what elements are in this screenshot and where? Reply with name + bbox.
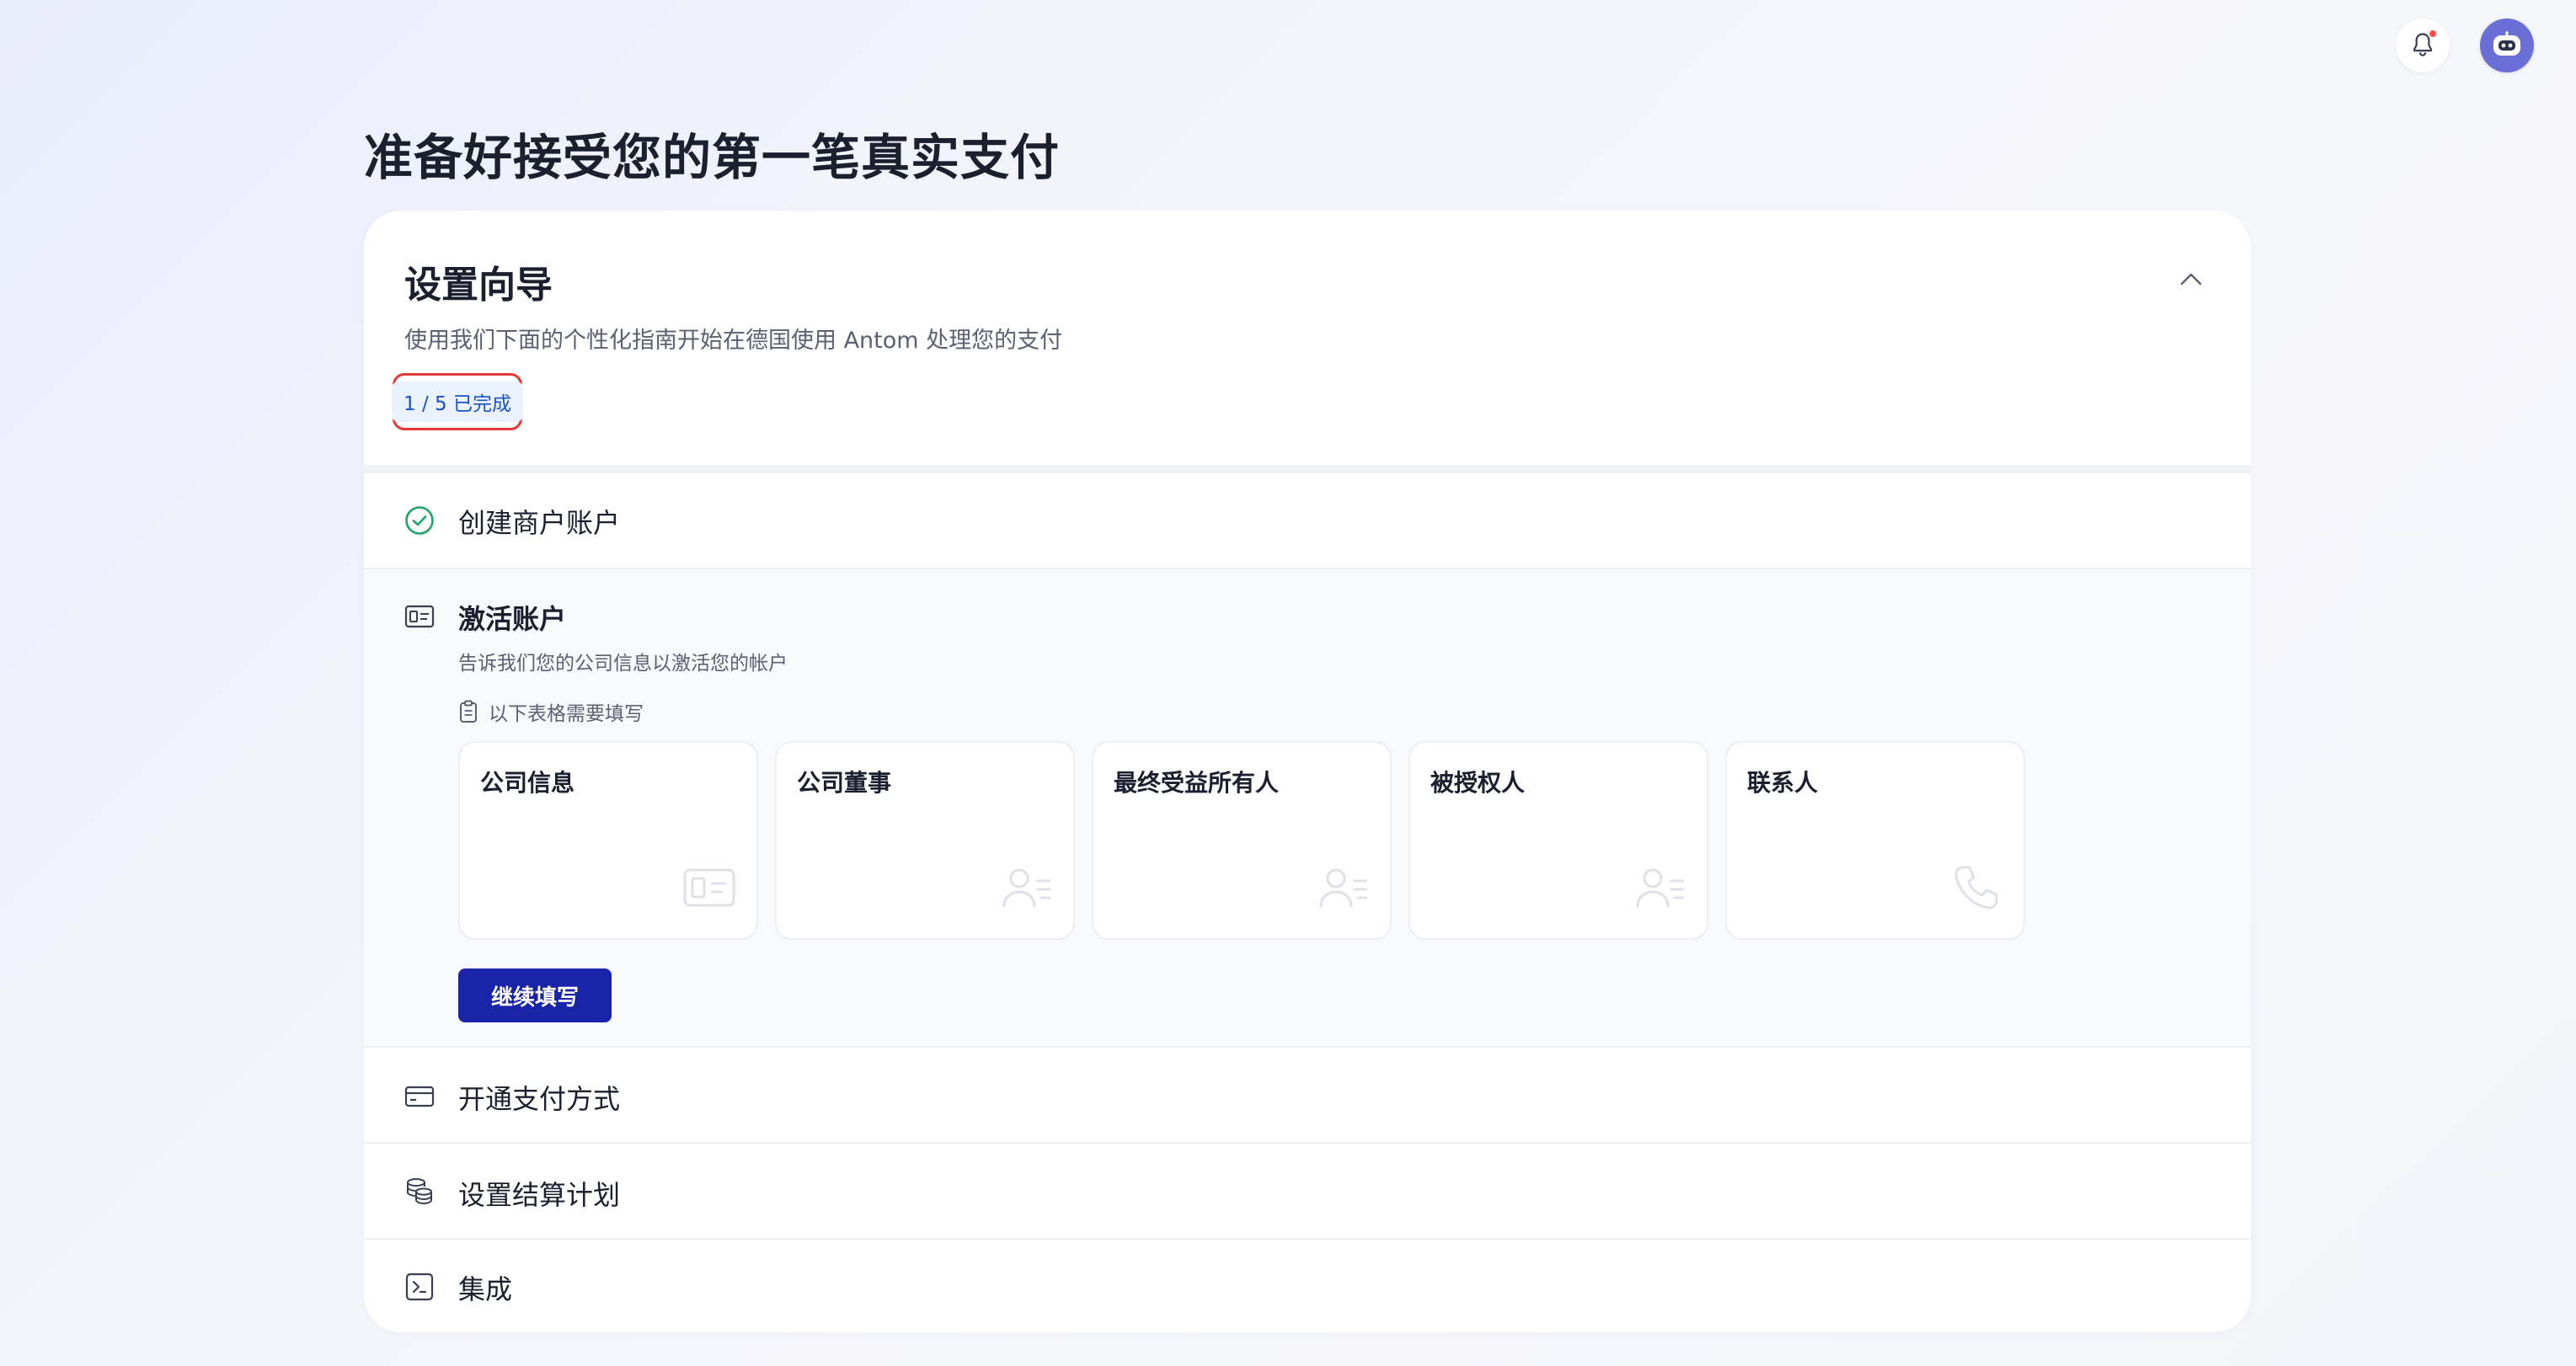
header-divider — [364, 465, 2251, 472]
form-card-company-directors[interactable]: 公司董事 — [775, 741, 1075, 940]
wizard-title: 设置向导 — [404, 264, 553, 307]
user-list-icon — [1316, 864, 1370, 911]
form-card-ultimate-beneficial-owner[interactable]: 最终受益所有人 — [1092, 741, 1392, 940]
id-card-icon — [404, 601, 435, 632]
user-avatar-button[interactable] — [2480, 19, 2534, 72]
phone-icon — [1949, 864, 2003, 911]
collapse-button[interactable] — [2177, 264, 2205, 293]
continue-filling-button[interactable]: 继续填写 — [458, 968, 612, 1022]
progress-highlight: 1 / 5 已完成 — [392, 373, 523, 430]
step-title: 创建商户账户 — [458, 507, 621, 539]
forms-note: 以下表格需要填写 — [458, 697, 644, 726]
form-card-company-info[interactable]: 公司信息 — [458, 741, 758, 940]
step-activate-account: 激活账户 告诉我们您的公司信息以激活您的帐户 以下表格需要填写 公司信息 公司董… — [364, 568, 2251, 1046]
step-description: 告诉我们您的公司信息以激活您的帐户 — [458, 653, 788, 675]
step-integration[interactable]: 集成 — [364, 1238, 2251, 1332]
step-title: 开通支付方式 — [458, 1083, 621, 1115]
step-title: 集成 — [458, 1273, 513, 1305]
setup-wizard-card: 设置向导 使用我们下面的个性化指南开始在德国使用 Antom 处理您的支付 1 … — [364, 211, 2251, 1332]
form-card-label: 公司董事 — [797, 769, 892, 797]
progress-badge: 1 / 5 已完成 — [392, 382, 523, 422]
form-card-label: 被授权人 — [1430, 769, 1526, 797]
form-card-authorized-person[interactable]: 被授权人 — [1408, 741, 1708, 940]
wizard-header: 设置向导 使用我们下面的个性化指南开始在德国使用 Antom 处理您的支付 1 … — [364, 211, 2251, 465]
id-card-icon — [682, 864, 736, 911]
form-card-label: 公司信息 — [480, 769, 575, 797]
page: 准备好接受您的第一笔真实支付 设置向导 使用我们下面的个性化指南开始在德国使用 … — [0, 0, 2576, 1366]
page-title: 准备好接受您的第一笔真实支付 — [364, 129, 1061, 186]
form-card-contact-person[interactable]: 联系人 — [1725, 741, 2025, 940]
step-title: 设置结算计划 — [458, 1179, 621, 1211]
user-list-icon — [1633, 864, 1686, 911]
forms-note-text: 以下表格需要填写 — [489, 703, 644, 725]
credit-card-icon — [404, 1081, 435, 1112]
terminal-icon — [404, 1272, 435, 1302]
step-title: 激活账户 — [458, 603, 567, 635]
step-enable-payment-methods[interactable]: 开通支付方式 — [364, 1046, 2251, 1142]
check-circle-icon — [404, 505, 435, 536]
notification-dot — [2428, 29, 2438, 39]
robot-avatar-icon — [2493, 31, 2520, 56]
step-settlement-plan[interactable]: 设置结算计划 — [364, 1142, 2251, 1238]
step-create-merchant-account[interactable]: 创建商户账户 — [364, 472, 2251, 568]
notification-button[interactable] — [2396, 19, 2450, 72]
chevron-up-icon — [2180, 273, 2202, 285]
form-card-label: 联系人 — [1747, 769, 1819, 797]
form-card-label: 最终受益所有人 — [1114, 769, 1280, 797]
clipboard-icon — [460, 700, 477, 723]
forms-row: 公司信息 公司董事 最终受益所有人 被授权人 联系人 — [458, 741, 2025, 940]
user-list-icon — [999, 864, 1053, 911]
coins-icon — [404, 1176, 435, 1206]
wizard-description: 使用我们下面的个性化指南开始在德国使用 Antom 处理您的支付 — [404, 328, 1063, 354]
